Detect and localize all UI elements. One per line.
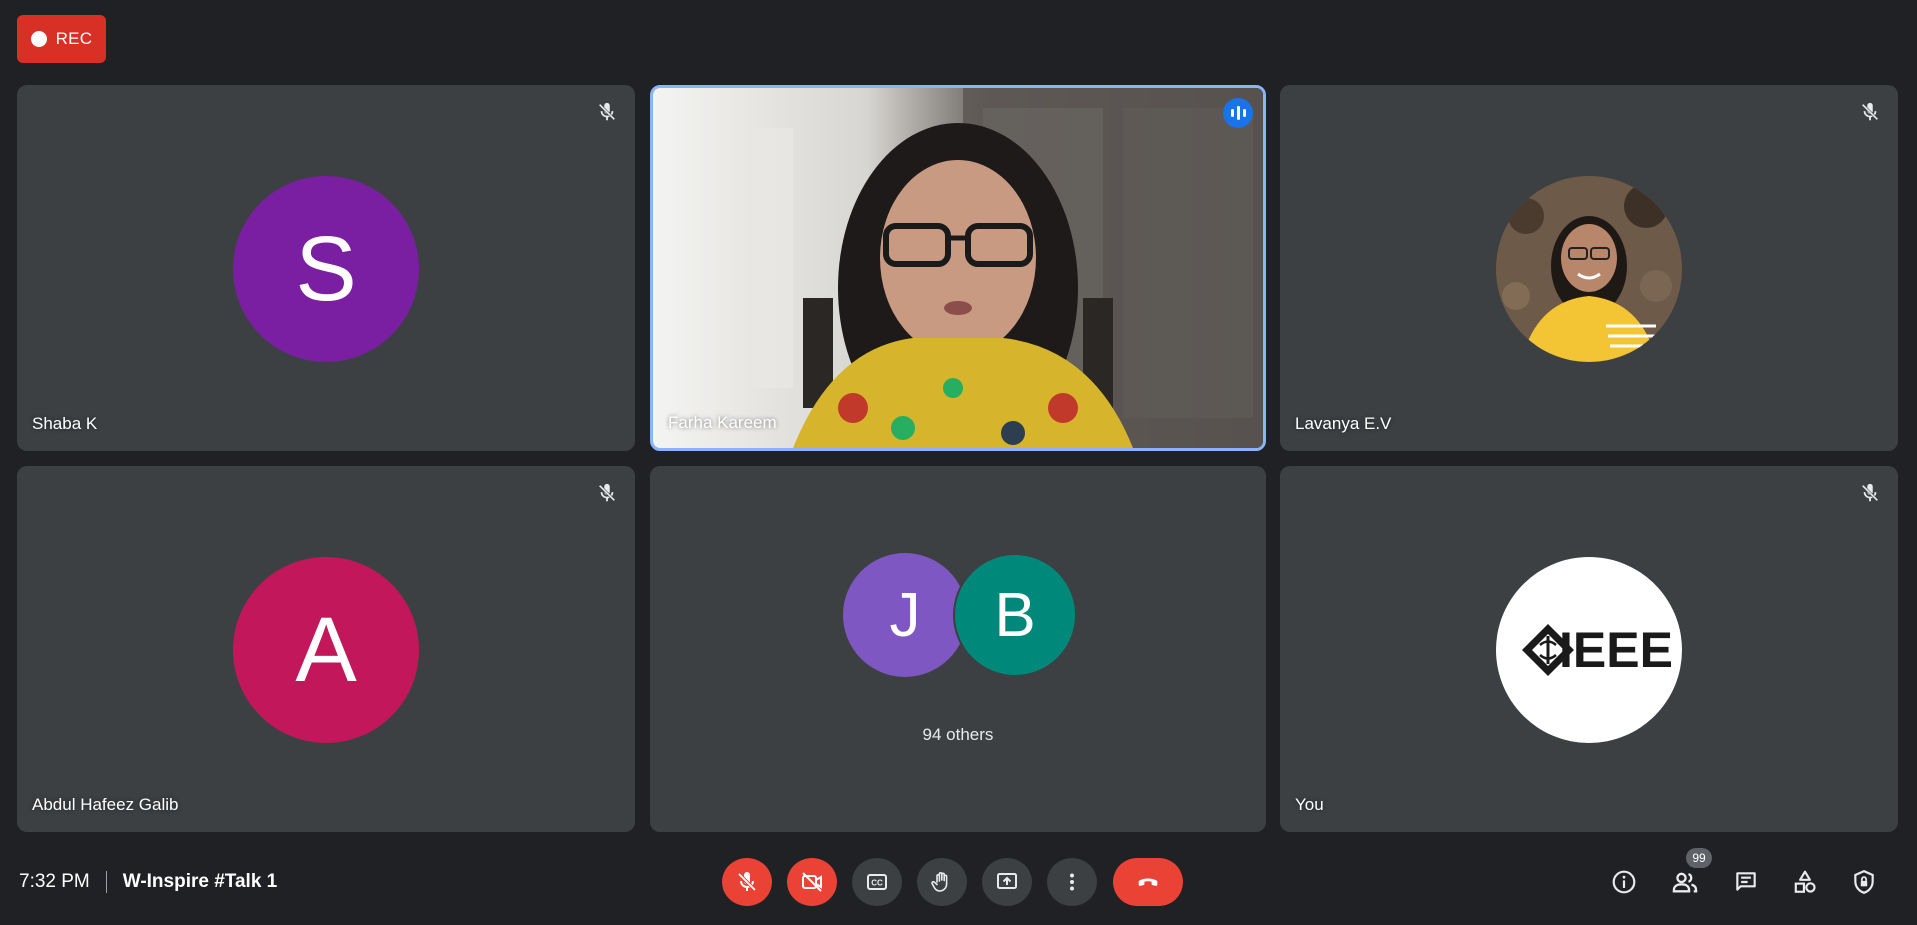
participant-name: Shaba K (32, 414, 98, 433)
meeting-title: W-Inspire #Talk 1 (122, 871, 278, 892)
logo-text: IEEE (1559, 622, 1673, 678)
avatar: B (953, 553, 1077, 677)
participant-name: You (1295, 795, 1324, 814)
ieee-logo: IEEE (1496, 557, 1682, 743)
avatar-initial: B (994, 580, 1036, 650)
camera-toggle-button[interactable] (787, 858, 837, 906)
mic-off-icon (1856, 479, 1884, 507)
participant-tile-others[interactable]: J B 94 others (650, 466, 1266, 832)
participant-name: Abdul Hafeez Galib (32, 795, 179, 814)
participants-count-badge: 99 (1686, 848, 1712, 868)
raise-hand-button[interactable] (917, 858, 967, 906)
people-button[interactable] (1666, 863, 1704, 901)
hang-up-icon (1138, 878, 1158, 886)
present-screen-button[interactable] (982, 858, 1032, 906)
end-call-button[interactable] (1113, 858, 1183, 906)
avatar-photo (1496, 176, 1682, 362)
captions-button[interactable]: CC (852, 858, 902, 906)
mic-off-icon (737, 872, 757, 892)
record-dot-icon (30, 31, 47, 47)
camera-off-icon (802, 872, 822, 892)
present-icon (997, 873, 1017, 889)
divider (105, 871, 107, 893)
activities-button[interactable] (1786, 863, 1824, 901)
participant-name: Farha Kareem (668, 413, 777, 432)
mic-off-icon (1856, 98, 1884, 126)
people-icon (1672, 872, 1698, 893)
mic-toggle-button[interactable] (722, 858, 772, 906)
participant-tile-you[interactable]: IEEE You (1280, 466, 1898, 832)
recording-badge: REC (17, 15, 106, 63)
participant-tile-abdul[interactable]: A Abdul Hafeez Galib (17, 466, 635, 832)
mic-off-icon (593, 479, 621, 507)
activities-icon (1794, 870, 1816, 893)
chat-button[interactable] (1727, 863, 1765, 901)
video-feed (653, 88, 1263, 448)
others-count-label: 94 others (922, 725, 994, 744)
avatar: A (233, 557, 419, 743)
avatar-initial: J (889, 580, 921, 650)
chat-icon (1736, 872, 1756, 891)
shield-lock-icon (1854, 869, 1874, 894)
captions-icon: CC (867, 874, 887, 890)
avatar: S (233, 176, 419, 362)
participant-tile-shaba[interactable]: S Shaba K (17, 85, 635, 451)
more-options-button[interactable] (1047, 858, 1097, 906)
meeting-details: 7:32 PM W-Inspire #Talk 1 (19, 868, 277, 896)
meeting-info-button[interactable] (1605, 863, 1643, 901)
raise-hand-icon (931, 872, 948, 892)
participant-tile-farha[interactable]: Farha Kareem (650, 85, 1266, 451)
info-icon (1612, 870, 1636, 894)
avatar-initial: S (295, 217, 357, 320)
svg-text:CC: CC (871, 879, 883, 888)
avatar-initial: A (295, 598, 357, 701)
speaking-indicator-icon (1223, 98, 1253, 128)
clock-time: 7:32 PM (19, 871, 90, 892)
mic-off-icon (593, 98, 621, 126)
participant-name: Lavanya E.V (1295, 414, 1392, 433)
more-vert-icon (1070, 873, 1074, 891)
recording-label: REC (55, 29, 93, 48)
avatar: J (843, 553, 967, 677)
participant-tile-lavanya[interactable]: Lavanya E.V (1280, 85, 1898, 451)
host-controls-button[interactable] (1845, 863, 1883, 901)
